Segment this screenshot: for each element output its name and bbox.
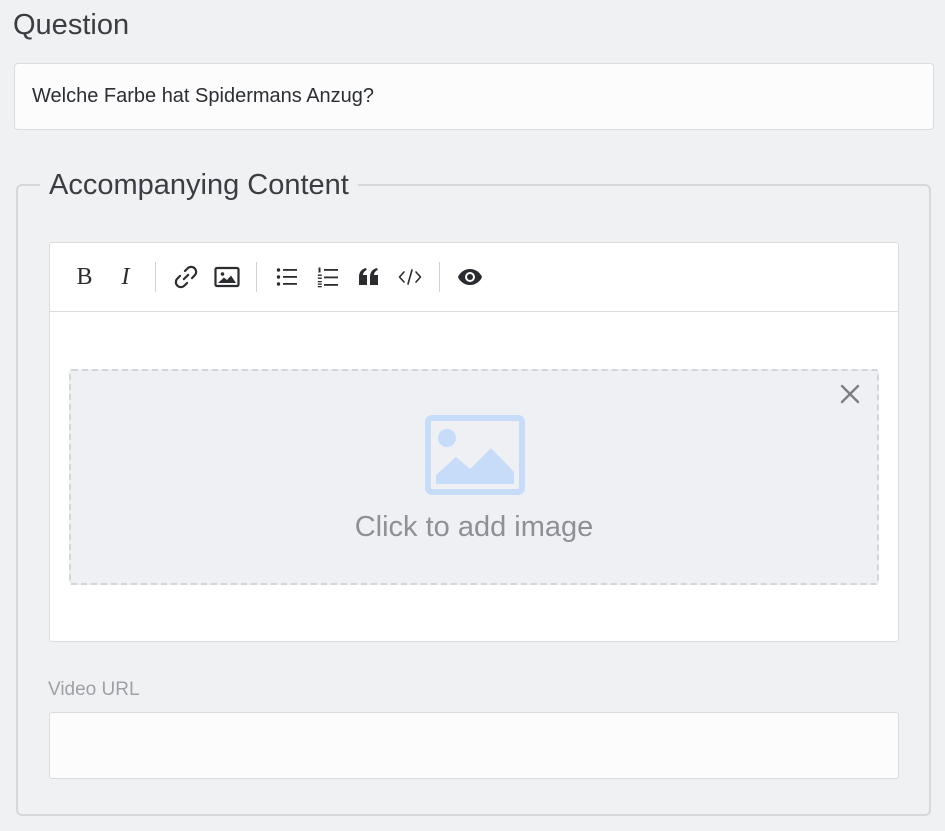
code-button[interactable] xyxy=(389,259,430,295)
bullet-list-icon xyxy=(276,268,297,286)
bold-button[interactable]: B xyxy=(64,259,105,295)
editor-toolbar: B I xyxy=(50,243,898,312)
toolbar-divider xyxy=(256,262,257,292)
toolbar-divider xyxy=(155,262,156,292)
numbered-list-button[interactable] xyxy=(307,259,348,295)
question-label: Question xyxy=(13,9,130,41)
italic-button[interactable]: I xyxy=(105,259,146,295)
quote-button[interactable] xyxy=(348,259,389,295)
add-image-caption: Click to add image xyxy=(354,511,594,543)
image-placeholder-icon xyxy=(425,415,525,500)
image-icon xyxy=(213,266,240,288)
video-url-input[interactable] xyxy=(49,712,899,779)
link-icon xyxy=(174,265,197,289)
quote-icon xyxy=(358,268,378,285)
italic-icon: I xyxy=(121,263,130,290)
markdown-editor: B I Click to add image xyxy=(49,242,899,642)
code-icon xyxy=(398,269,421,285)
numbered-list-icon xyxy=(317,267,338,288)
question-input[interactable] xyxy=(14,63,934,130)
bullet-list-button[interactable] xyxy=(266,259,307,295)
accompanying-content-legend: Accompanying Content xyxy=(49,169,349,201)
video-url-label: Video URL xyxy=(48,679,140,700)
link-button[interactable] xyxy=(165,259,206,295)
image-button[interactable] xyxy=(206,259,247,295)
toolbar-divider xyxy=(439,262,440,292)
close-icon[interactable] xyxy=(837,381,863,407)
preview-eye-icon xyxy=(457,269,482,285)
bold-icon: B xyxy=(76,263,93,290)
add-image-dropzone[interactable]: Click to add image xyxy=(69,369,879,585)
preview-button[interactable] xyxy=(449,259,490,295)
